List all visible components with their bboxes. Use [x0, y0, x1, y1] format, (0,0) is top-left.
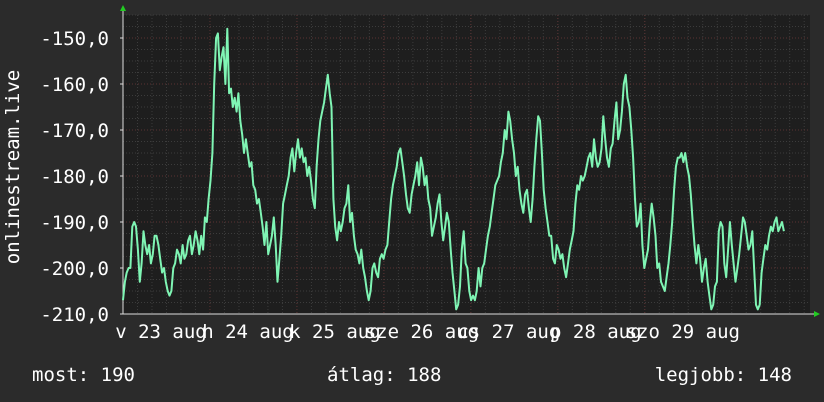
y-tick-label: -210,0	[40, 304, 109, 326]
x-tick-label: h 24 aug	[202, 321, 294, 343]
y-tick-label: -150,0	[40, 28, 109, 50]
y-tick-labels: -150,0 -160,0 -170,0 -180,0 -190,0 -200,0 -210…	[40, 28, 109, 326]
legend-average: átlag: 188	[327, 364, 441, 386]
legend-now: most: 190	[32, 364, 135, 386]
y-axis-title: onlinestream.live	[2, 70, 24, 264]
y-axis-arrow	[120, 5, 126, 11]
x-tick-label: cs 27 aug	[457, 321, 560, 343]
y-tick-label: -180,0	[40, 166, 109, 188]
y-tick-label: -200,0	[40, 258, 109, 280]
y-tick-label: -190,0	[40, 212, 109, 234]
chart: -150,0 -160,0 -170,0 -180,0 -190,0 -200,0 -210…	[2, 5, 820, 386]
y-tick-label: -160,0	[40, 74, 109, 96]
x-tick-label: szo 29 aug	[626, 321, 740, 343]
x-axis-arrow	[814, 311, 820, 317]
x-tick-label: v 23 aug	[115, 321, 207, 343]
legend-best: legjobb: 148	[655, 364, 792, 386]
y-tick-label: -170,0	[40, 120, 109, 142]
x-tick-labels: v 23 augh 24 augk 25 augsze 26 augcs 27 …	[115, 321, 740, 343]
